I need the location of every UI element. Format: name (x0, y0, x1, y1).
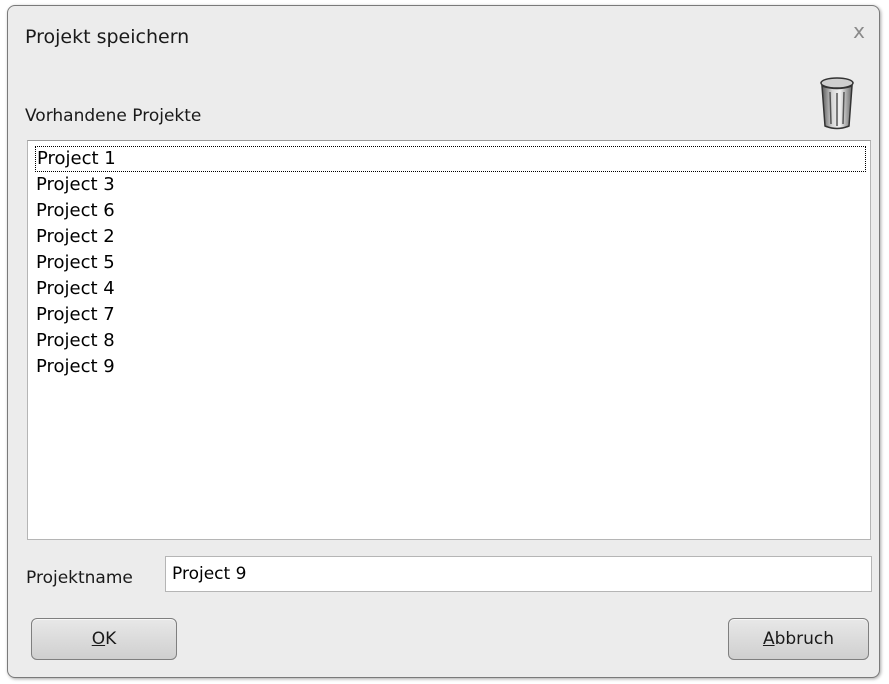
list-item[interactable]: Project 3 (35, 172, 115, 198)
ok-label-rest: K (105, 629, 117, 649)
ok-mnemonic: O (91, 629, 106, 649)
list-item[interactable]: Project 8 (35, 328, 115, 354)
cancel-label-rest: bbruch (774, 629, 835, 649)
cancel-button[interactable]: Abbruch (728, 618, 869, 660)
project-list[interactable]: Project 1 Project 3 Project 6 Project 2 … (27, 140, 871, 540)
list-item[interactable]: Project 1 (35, 146, 866, 172)
save-project-dialog: Projekt speichern x Vorhandene Projekte … (7, 5, 880, 678)
existing-projects-label: Vorhandene Projekte (25, 106, 202, 126)
list-item[interactable]: Project 4 (35, 276, 115, 302)
list-item[interactable]: Project 9 (35, 354, 115, 380)
dialog-title: Projekt speichern (25, 26, 190, 48)
trash-icon[interactable] (818, 76, 856, 132)
list-item[interactable]: Project 6 (35, 198, 115, 224)
close-icon[interactable]: x (847, 19, 871, 43)
list-item[interactable]: Project 7 (35, 302, 115, 328)
list-item[interactable]: Project 2 (35, 224, 115, 250)
project-name-label: Projektname (26, 568, 133, 588)
ok-button[interactable]: OK (31, 618, 177, 660)
project-name-input[interactable] (165, 556, 872, 592)
list-item[interactable]: Project 5 (35, 250, 115, 276)
cancel-mnemonic: A (762, 629, 775, 649)
